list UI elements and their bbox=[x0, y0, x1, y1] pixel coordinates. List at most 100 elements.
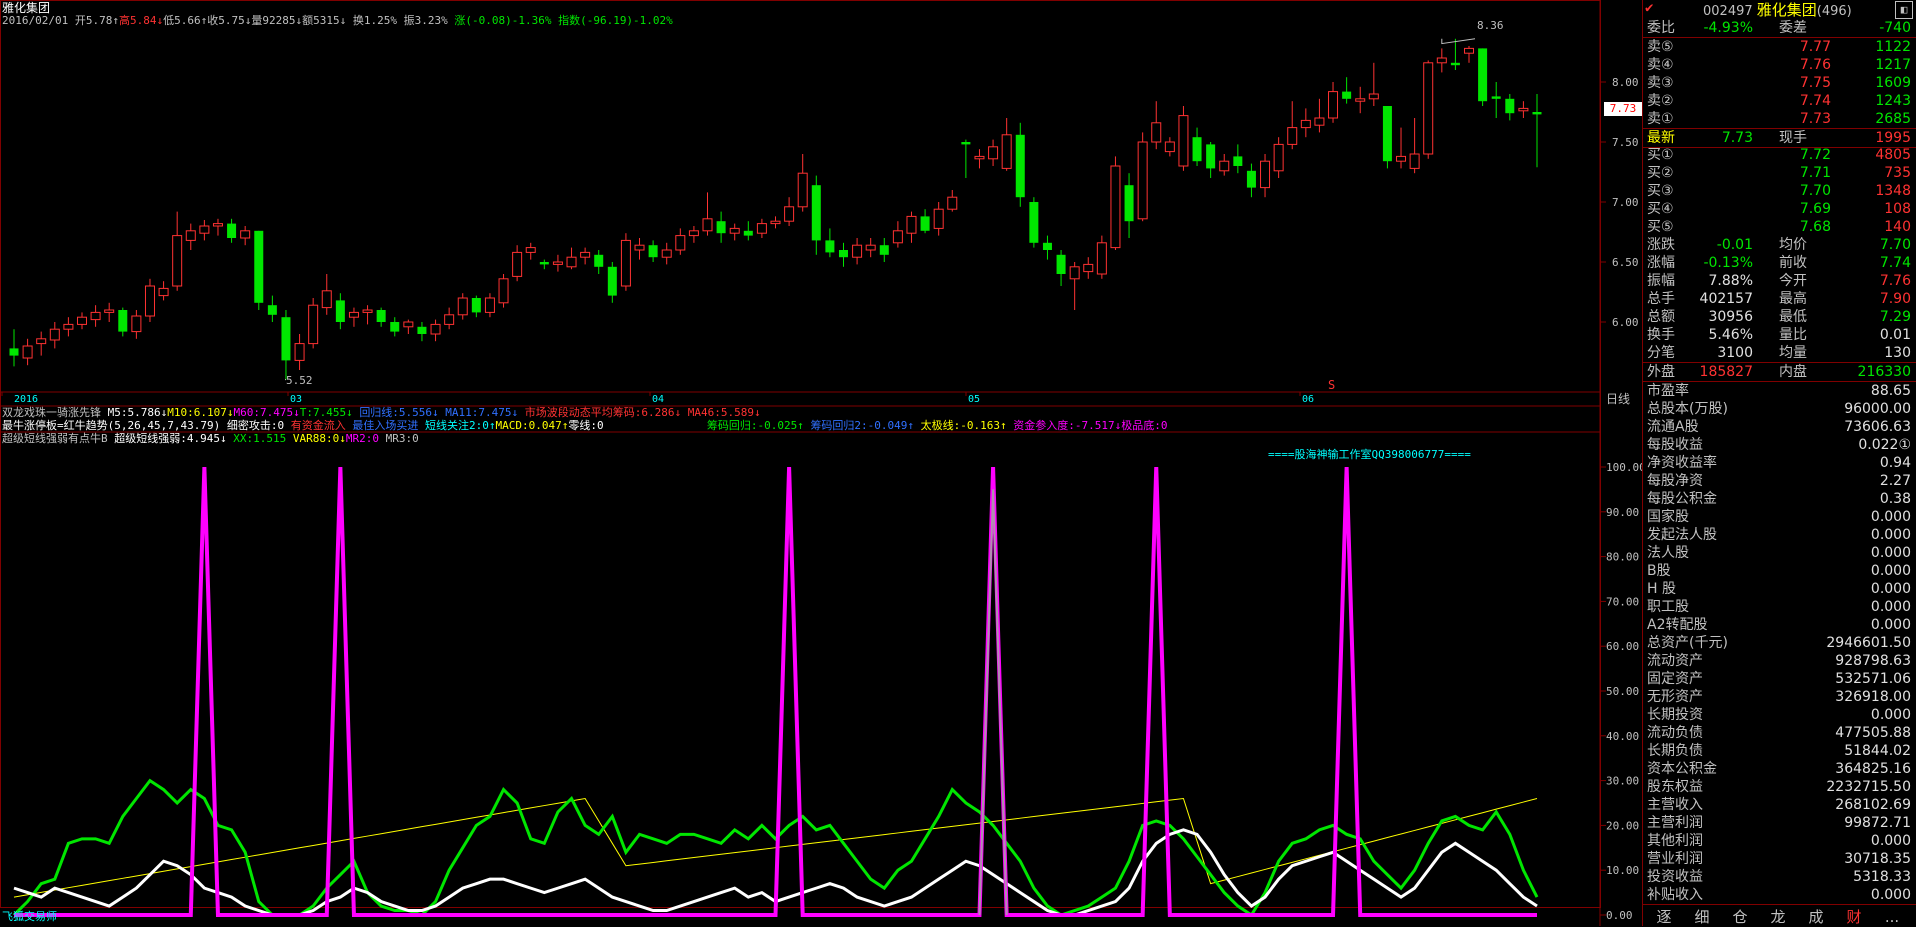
stat-row[interactable]: 涨幅 -0.13% 前收 7.74 bbox=[1643, 254, 1916, 272]
financial-value: 0.000 bbox=[1870, 545, 1911, 561]
candle-body bbox=[104, 309, 115, 313]
financial-row: 无形资产 326918.00 bbox=[1643, 688, 1916, 706]
stat-row[interactable]: 振幅 7.88% 今开 7.76 bbox=[1643, 272, 1916, 290]
date-tick-label: 06 bbox=[1302, 394, 1314, 405]
tab-0[interactable]: 逐 bbox=[1645, 907, 1683, 927]
bid-row[interactable]: 买② 7.71 735 bbox=[1643, 164, 1916, 182]
candle-body bbox=[9, 348, 19, 356]
low-price-label: 5.52 bbox=[286, 374, 313, 387]
row-value-2: 2685 bbox=[1875, 111, 1911, 127]
stat-row[interactable]: 分笔 3100 均量 130 bbox=[1643, 344, 1916, 362]
row-value: -0.01 bbox=[1716, 237, 1753, 253]
row-label: 涨跌 bbox=[1647, 237, 1675, 253]
financial-row: 流动资产 928798.63 bbox=[1643, 652, 1916, 670]
financial-value: 73606.63 bbox=[1844, 419, 1911, 435]
ask-row[interactable]: 卖① 7.73 2685 bbox=[1643, 110, 1916, 128]
period-button[interactable]: 日线 bbox=[1606, 392, 1630, 406]
stat-row[interactable]: 总额 30956 最低 7.29 bbox=[1643, 308, 1916, 326]
row-value: 30956 bbox=[1708, 309, 1753, 325]
financial-label: A2转配股 bbox=[1647, 617, 1708, 633]
financial-label: 股东权益 bbox=[1647, 779, 1703, 795]
bid-row[interactable]: 买④ 7.69 108 bbox=[1643, 200, 1916, 218]
bid-row[interactable]: 买③ 7.70 1348 bbox=[1643, 182, 1916, 200]
kline-chart[interactable]: 8.00 7.50 7.00 6.50 6.00 2016 03 04 05 06 100.00… bbox=[0, 0, 1642, 926]
candle-body bbox=[1001, 134, 1012, 169]
candle-body bbox=[634, 244, 645, 251]
ind3-mr3: MR3:0 bbox=[385, 432, 419, 445]
candle-body bbox=[417, 326, 427, 334]
panel-toggle-icon[interactable]: ◧ bbox=[1895, 1, 1913, 19]
candle-body bbox=[49, 328, 60, 341]
check-icon[interactable]: ✔ bbox=[1645, 0, 1661, 16]
ask-row[interactable]: 卖④ 7.76 1217 bbox=[1643, 56, 1916, 74]
stock-app: 雅化集团 2016/02/01 开5.78↑高5.84↓低5.66↑收5.75↓… bbox=[0, 0, 1916, 926]
row-value: 7.72 bbox=[1799, 147, 1831, 163]
row-label: 卖⑤ bbox=[1647, 39, 1674, 55]
candle-body bbox=[756, 223, 767, 234]
ask-row[interactable]: 卖② 7.74 1243 bbox=[1643, 92, 1916, 110]
latest-label: 最新 bbox=[1647, 130, 1675, 146]
financial-label: 每股净资 bbox=[1647, 473, 1703, 489]
financial-label: 流动负债 bbox=[1647, 725, 1703, 741]
neipan-label: 内盘 bbox=[1779, 364, 1807, 380]
ind1-ma46: MA46:5.589↓ bbox=[687, 406, 761, 419]
tab-2[interactable]: 仓 bbox=[1721, 907, 1759, 927]
candle-body bbox=[512, 251, 523, 277]
financial-label: 资本公积金 bbox=[1647, 761, 1717, 777]
date-tick-label: 2016 bbox=[14, 394, 38, 405]
row-value-2: 1217 bbox=[1875, 57, 1911, 73]
indicator-line-3: 超级短线强弱有点牛B 超级短线强弱:4.945↓ XX:1.515 VAR88:… bbox=[2, 432, 419, 446]
row-value-2: 108 bbox=[1884, 201, 1911, 217]
row-value-2: 130 bbox=[1884, 345, 1911, 361]
financial-row: B股 0.000 bbox=[1643, 562, 1916, 580]
stat-row[interactable]: 总手 402157 最高 7.90 bbox=[1643, 290, 1916, 308]
candle-body bbox=[118, 310, 128, 332]
ind2-macd: MACD:0.047↑ bbox=[495, 419, 569, 432]
row-label: 振幅 bbox=[1647, 273, 1675, 289]
ind2-zero: 零线:0 bbox=[568, 419, 604, 432]
high-guide bbox=[1441, 38, 1476, 45]
financial-value: 364825.16 bbox=[1835, 761, 1911, 777]
row-label: 换手 bbox=[1647, 327, 1675, 343]
tab-1[interactable]: 细 bbox=[1683, 907, 1721, 927]
stat-row[interactable]: 换手 5.46% 量比 0.01 bbox=[1643, 326, 1916, 344]
candle-body bbox=[1382, 106, 1392, 162]
ind1-m10: M10:6.107↓ bbox=[167, 406, 234, 419]
candle-body bbox=[403, 321, 414, 328]
stat-row[interactable]: 涨跌 -0.01 均价 7.70 bbox=[1643, 236, 1916, 254]
candle-body bbox=[498, 278, 509, 304]
financial-value: 0.000 bbox=[1870, 527, 1911, 543]
financial-value: 0.000 bbox=[1870, 581, 1911, 597]
lower-tick-label: 70.00 bbox=[1606, 595, 1639, 608]
watermark-text: ====股海神输工作室QQ398006777==== bbox=[1268, 448, 1471, 461]
financial-label: 发起法人股 bbox=[1647, 527, 1717, 543]
candle-body bbox=[1110, 165, 1121, 249]
tab-3[interactable]: 龙 bbox=[1759, 907, 1797, 927]
ind3-title: 超级短线强弱有点牛B bbox=[2, 432, 108, 445]
lower-tick-label: 100.00 bbox=[1606, 461, 1642, 474]
lower-tick-label: 60.00 bbox=[1606, 640, 1639, 653]
ask-row[interactable]: 卖⑤ 7.77 1122 bbox=[1643, 38, 1916, 56]
financial-row: 固定资产 532571.06 bbox=[1643, 670, 1916, 688]
lower-tick-label: 50.00 bbox=[1606, 685, 1639, 698]
financial-row: 补贴收入 0.000 bbox=[1643, 886, 1916, 904]
price-tick-label: 6.00 bbox=[1612, 316, 1639, 329]
candle-body bbox=[212, 223, 223, 227]
row-label: 买③ bbox=[1647, 183, 1674, 199]
tab-6[interactable]: ... bbox=[1873, 907, 1911, 927]
tab-4[interactable]: 成 bbox=[1797, 907, 1835, 927]
ask-row[interactable]: 卖③ 7.75 1609 bbox=[1643, 74, 1916, 92]
candle-body bbox=[227, 223, 237, 238]
candle-body bbox=[1015, 134, 1025, 198]
bid-row[interactable]: 买⑤ 7.68 140 bbox=[1643, 218, 1916, 236]
ind1-chip-avg: 市场波段动态平均筹码:6.286↓ bbox=[524, 406, 682, 419]
row-value-2: 7.76 bbox=[1879, 273, 1911, 289]
financial-value: 30718.35 bbox=[1844, 851, 1911, 867]
bid-row[interactable]: 买① 7.72 4805 bbox=[1643, 146, 1916, 164]
candle-body bbox=[1518, 107, 1529, 112]
tab-5[interactable]: 财 bbox=[1835, 907, 1873, 927]
lower-tick-label: 0.00 bbox=[1606, 909, 1633, 922]
high-price-label: 8.36 bbox=[1477, 19, 1504, 32]
financial-row: 主营利润 99872.71 bbox=[1643, 814, 1916, 832]
ind1-m5: M5:5.786↓ bbox=[107, 406, 168, 419]
